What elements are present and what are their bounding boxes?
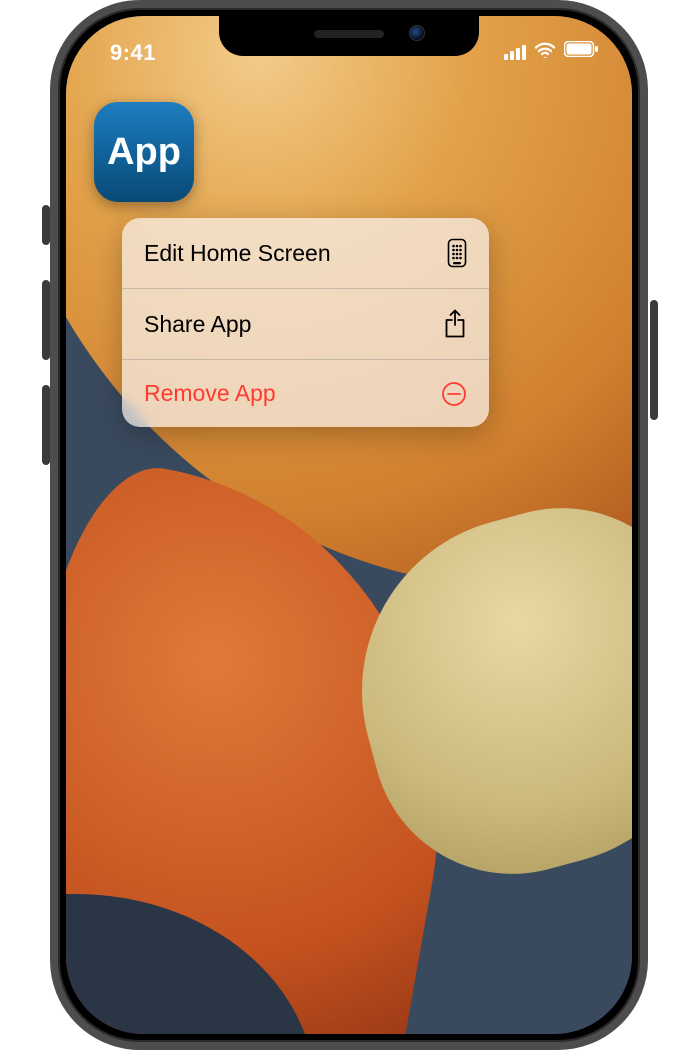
phone-volume-up [42,280,50,360]
menu-item-remove-app[interactable]: Remove App [122,360,489,427]
app-context-menu: Edit Home Screen [122,218,489,427]
phone-screen: 9:41 [66,16,632,1034]
menu-item-label: Remove App [144,380,276,407]
phone-silence-switch [42,205,50,245]
menu-item-label: Share App [144,311,251,338]
cellular-signal-icon [504,44,526,60]
menu-item-edit-home-screen[interactable]: Edit Home Screen [122,218,489,289]
remove-icon [441,381,467,407]
app-icon[interactable]: App [94,102,194,202]
phone-power-button [650,300,658,420]
status-indicators [504,40,598,63]
phone-frame: 9:41 [50,0,648,1050]
status-time: 9:41 [110,40,156,66]
phone-volume-down [42,385,50,465]
share-icon [443,309,467,339]
status-bar: 9:41 [66,34,632,74]
menu-item-label: Edit Home Screen [144,240,331,267]
wifi-icon [533,40,557,63]
battery-icon [564,41,598,62]
app-icon-label: App [107,131,181,174]
menu-item-share-app[interactable]: Share App [122,289,489,360]
apps-grid-icon [447,238,467,268]
